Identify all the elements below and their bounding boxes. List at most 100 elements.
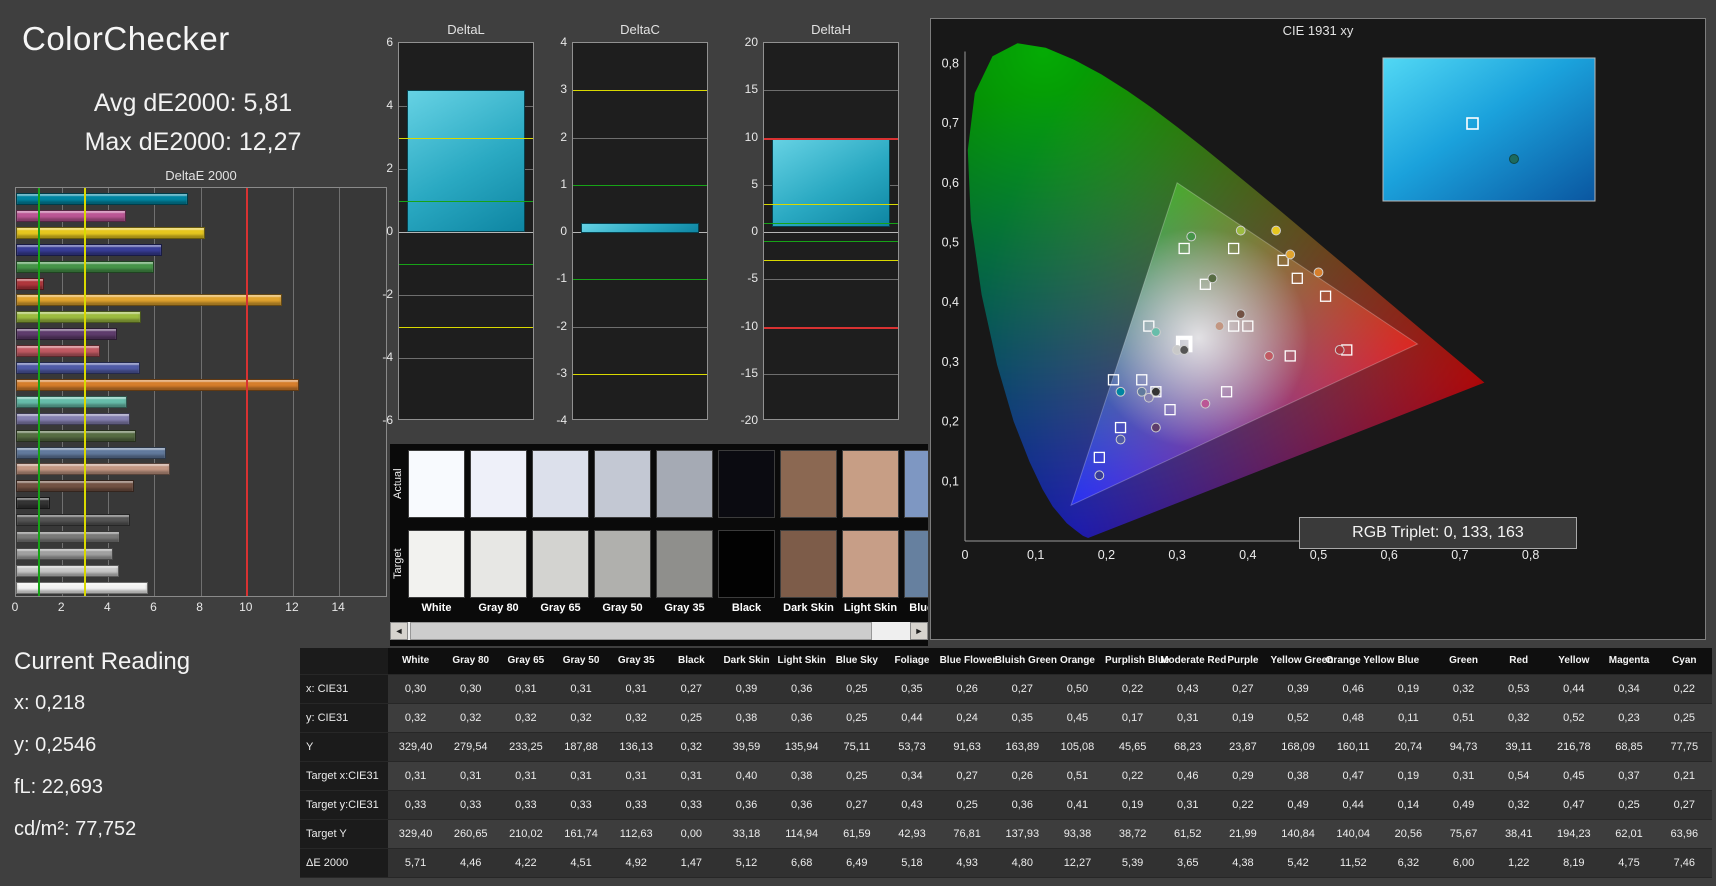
column-header: Moderate Red	[1160, 648, 1226, 674]
table-cell: 0,19	[1121, 798, 1144, 811]
axis-tick-label: -4	[556, 413, 567, 427]
scroll-track[interactable]	[408, 622, 910, 640]
grid-line	[764, 232, 898, 233]
reading-item: fL: 22,693	[14, 776, 103, 798]
table-cell: 0,41	[1066, 798, 1089, 811]
table-cell: 20,74	[1394, 740, 1423, 753]
table-row: Target Y 329,40 260,65 210,02 161,74 112,63 0,…	[300, 819, 1712, 848]
swatch-actual[interactable]	[780, 450, 837, 518]
deltae-bar	[16, 480, 135, 493]
table-cell: 61,52	[1174, 827, 1202, 840]
cie-measured-marker	[1150, 327, 1161, 337]
swatch-actual[interactable]	[656, 450, 713, 518]
table-cell: 93,38	[1063, 827, 1092, 840]
table-cell: 0,34	[901, 769, 923, 782]
table-cell: 140,84	[1281, 827, 1315, 840]
scroll-left-button[interactable]: ◄	[390, 622, 408, 640]
cie-x-tick-label: 0,6	[1381, 548, 1398, 562]
table-cell: 279,54	[453, 740, 488, 753]
table-cell: 0,31	[460, 769, 482, 782]
grid-line	[399, 295, 533, 296]
table-cell: 0,27	[1011, 682, 1033, 695]
table-cell: 42,93	[898, 827, 926, 840]
ref-line	[84, 188, 87, 596]
table-cell: 38,72	[1118, 827, 1147, 840]
swatch-actual[interactable]	[842, 450, 899, 518]
column-header: Foliage	[884, 648, 940, 674]
table-cell: 0,31	[404, 769, 427, 782]
axis-tick-label: 14	[331, 600, 345, 614]
row-label: Target x:CIE31	[300, 761, 388, 790]
cie-measured-marker	[1115, 386, 1126, 397]
deltaL-plot-area	[398, 42, 534, 420]
swatch-target[interactable]	[532, 530, 589, 598]
deltaL-title: DeltaL	[447, 22, 485, 37]
right-arrow-icon: ►	[914, 626, 924, 636]
table-cell: 12,27	[1063, 856, 1092, 869]
swatch-target[interactable]	[656, 530, 713, 598]
table-cell: 0,51	[1452, 711, 1475, 724]
delta-range-box	[581, 223, 699, 234]
swatch-target[interactable]	[718, 530, 775, 598]
table-cell: 233,25	[509, 740, 543, 753]
swatch-actual[interactable]	[532, 450, 589, 518]
table-cell: 0,22	[1673, 682, 1695, 695]
cie-y-tick-label: 0,8	[942, 56, 959, 70]
ref-line	[399, 263, 533, 265]
deltaC-chart: DeltaC 4 3 2 1 0 -1 -2 -3 -4	[536, 22, 712, 442]
axis-tick-label: -10	[740, 318, 758, 333]
deltae-bar	[16, 412, 130, 425]
table-cell: 114,94	[785, 827, 819, 840]
swatch-actual[interactable]	[904, 450, 928, 518]
table-cell: 137,93	[1005, 827, 1040, 840]
table-cell: 0,24	[956, 711, 978, 724]
swatch-label: Dark Skin	[783, 602, 834, 614]
table-cell: 163,89	[1005, 740, 1040, 753]
cie-y-tick-label: 0,1	[942, 474, 959, 488]
swatch-actual[interactable]	[470, 450, 527, 518]
table-cell: 0,54	[1507, 769, 1530, 782]
swatch-target[interactable]	[904, 530, 928, 598]
ref-line	[38, 188, 41, 596]
table-cell: 0,39	[735, 682, 758, 695]
table-row: Y 329,40 279,54 233,25 187,88 136,13 0,32 39,59…	[300, 732, 1712, 761]
swatch-target[interactable]	[780, 530, 837, 598]
swatch-target[interactable]	[470, 530, 527, 598]
table-cell: 63,96	[1670, 827, 1699, 840]
table-cell: 0,19	[1397, 682, 1420, 695]
table-cell: 194,23	[1557, 827, 1591, 840]
axis-tick-label: -2	[556, 318, 567, 333]
table-cell: 20,56	[1394, 827, 1423, 840]
deltaC-plot-area	[572, 42, 708, 420]
table-cell: 45,65	[1118, 740, 1147, 753]
axis-tick-label: 0	[751, 224, 758, 238]
swatch-label: Gray 35	[664, 602, 705, 614]
table-cell: 140,04	[1336, 827, 1371, 840]
scroll-right-button[interactable]: ►	[910, 622, 928, 640]
swatch-target[interactable]	[842, 530, 899, 598]
scroll-thumb[interactable]	[410, 622, 872, 640]
table-cell: 0,11	[1398, 711, 1419, 724]
table-cell: 1,22	[1507, 856, 1530, 869]
swatch-target[interactable]	[594, 530, 651, 598]
cie-measured-marker	[1313, 267, 1324, 278]
table-cell: 0,46	[1342, 682, 1364, 695]
cie-measured-marker	[1214, 321, 1225, 331]
ref-line	[764, 326, 898, 329]
swatch-grid: White Gray 80 Gray 65 Gray 50 Gray 35 Black Da…	[390, 444, 928, 646]
swatch-actual[interactable]	[408, 450, 465, 518]
table-cell: 1,47	[680, 856, 703, 869]
delta-range-box	[772, 137, 890, 228]
cie-y-tick-label: 0,2	[942, 415, 959, 429]
cie-y-tick-label: 0,6	[942, 176, 959, 190]
ref-line	[399, 137, 533, 139]
cie-diagram-panel: CIE 1931 xy 0 0,1 0,2 0,3 0,4 0,5 0,6 0,7 0,8 0,8…	[930, 18, 1706, 640]
swatch-scrollbar[interactable]: ◄ ►	[390, 622, 928, 640]
table-cell: 4,92	[625, 856, 647, 869]
swatch-target[interactable]	[408, 530, 465, 598]
table-cell: 0,31	[515, 769, 537, 782]
swatch-actual[interactable]	[718, 450, 775, 518]
swatch-actual[interactable]	[594, 450, 651, 518]
axis-tick-label: 3	[560, 82, 567, 97]
deltae-bar	[16, 429, 136, 442]
